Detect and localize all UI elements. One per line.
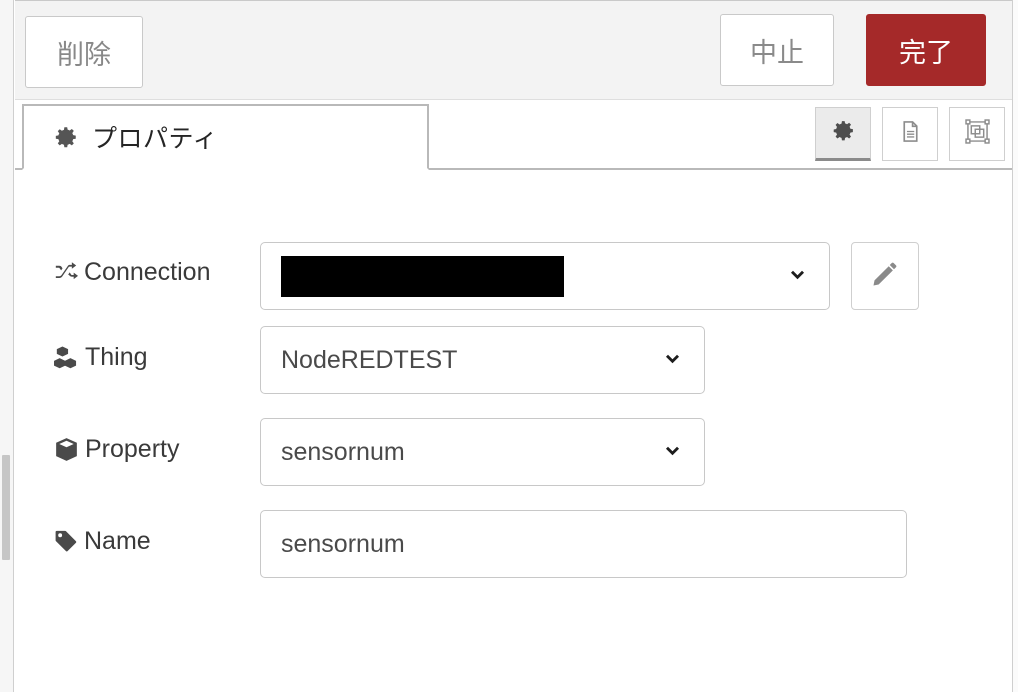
connection-label-text: Connection (84, 257, 211, 286)
properties-view-button[interactable] (815, 107, 871, 161)
thing-label: Thing (53, 343, 148, 372)
thing-select[interactable]: NodeREDTEST (260, 326, 705, 394)
tab-properties[interactable]: プロパティ (22, 104, 429, 170)
appearance-view-button[interactable] (949, 107, 1005, 161)
gear-icon (53, 124, 79, 150)
cancel-button[interactable]: 中止 (720, 14, 834, 86)
pencil-icon (870, 259, 900, 294)
thing-value: NodeREDTEST (281, 345, 458, 374)
chevron-down-icon (784, 263, 811, 290)
name-label: Name (53, 527, 151, 556)
editor-left-rail (0, 0, 14, 692)
chevron-down-icon (659, 439, 686, 466)
property-label-text: Property (85, 434, 180, 463)
view-mode-buttons (815, 107, 1005, 161)
delete-button-label: 削除 (57, 39, 111, 70)
form-row-name: Name sensornum (15, 506, 1012, 578)
connection-value-redacted (281, 255, 564, 297)
dialog-toolbar: 削除 中止 完了 (15, 0, 1012, 100)
name-label-text: Name (84, 526, 151, 555)
chevron-down-icon (659, 347, 686, 374)
tag-icon (53, 528, 79, 554)
delete-button[interactable]: 削除 (25, 16, 143, 88)
tab-properties-label: プロパティ (92, 125, 219, 153)
done-button[interactable]: 完了 (866, 14, 986, 86)
editor-vertical-scrollbar[interactable] (2, 455, 10, 560)
cube-icon (53, 436, 80, 463)
property-select[interactable]: sensornum (260, 418, 705, 486)
property-value: sensornum (281, 437, 405, 466)
appearance-icon (964, 118, 991, 150)
shuffle-icon (53, 259, 79, 285)
cancel-button-label: 中止 (750, 37, 804, 68)
properties-form: Connection Thing NodeREDTEST Property se… (15, 170, 1012, 692)
thing-label-text: Thing (85, 342, 148, 371)
document-icon (898, 119, 923, 149)
form-row-connection: Connection (15, 236, 1012, 310)
form-row-thing: Thing NodeREDTEST (15, 322, 1012, 394)
done-button-label: 完了 (899, 37, 953, 68)
cubes-icon (53, 344, 80, 371)
connection-select[interactable] (260, 242, 830, 310)
dialog-tabstrip: プロパティ (15, 100, 1012, 170)
property-label: Property (53, 435, 179, 464)
node-edit-dialog: 削除 中止 完了 プロパティ Connection Thing NodeREDT… (0, 0, 1018, 692)
description-view-button[interactable] (882, 107, 938, 161)
connection-edit-button[interactable] (851, 242, 919, 310)
gear-icon (831, 118, 856, 148)
connection-label: Connection (53, 258, 210, 287)
name-input[interactable]: sensornum (260, 510, 907, 578)
name-value: sensornum (281, 529, 405, 558)
form-row-property: Property sensornum (15, 414, 1012, 486)
editor-right-gutter (1013, 0, 1018, 692)
